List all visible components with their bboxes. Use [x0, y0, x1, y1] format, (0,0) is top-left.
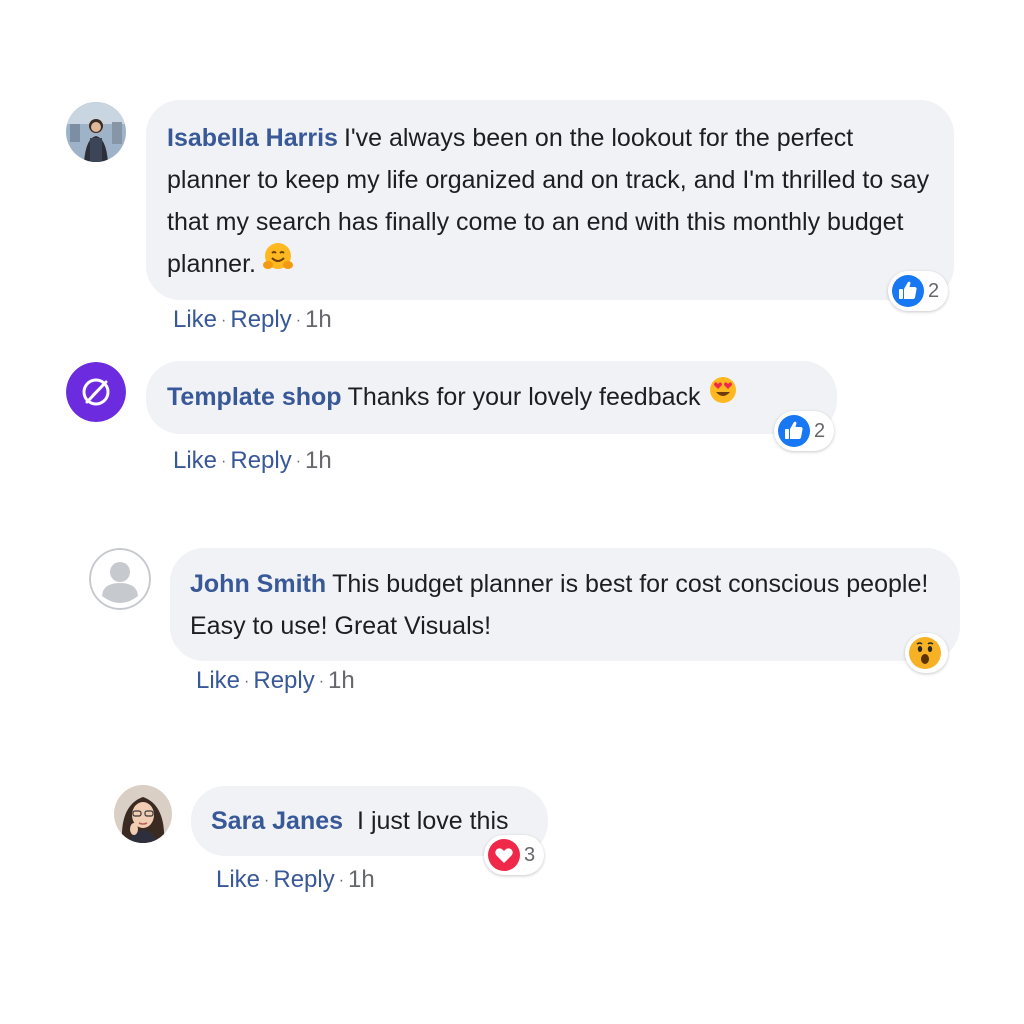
comment-time[interactable]: 1h — [348, 866, 375, 893]
comment-actions: Like · Reply · 1h — [196, 667, 355, 694]
comment-bubble: Template shop Thanks for your lovely feed… — [146, 361, 837, 434]
hugging-face-emoji-icon — [262, 241, 294, 286]
like-link[interactable]: Like — [173, 306, 217, 333]
comment-text: I just love this — [357, 807, 509, 835]
avatar[interactable] — [114, 785, 172, 843]
reaction-badge[interactable]: 2 — [888, 271, 949, 311]
reaction-badge[interactable] — [905, 633, 948, 673]
reaction-badge[interactable]: 2 — [774, 411, 835, 451]
comment-author[interactable]: John Smith — [190, 570, 326, 598]
like-reaction-icon — [892, 275, 924, 307]
comment-actions: Like · Reply · 1h — [173, 306, 332, 333]
wow-reaction-icon — [909, 637, 941, 669]
reaction-count: 2 — [928, 279, 940, 302]
comment-actions: Like · Reply · 1h — [216, 866, 375, 893]
like-reaction-icon — [778, 415, 810, 447]
avatar[interactable] — [66, 102, 126, 162]
reaction-badge[interactable]: 3 — [484, 835, 545, 875]
reply-link[interactable]: Reply — [253, 667, 314, 694]
comment-text: Thanks for your lovely feedback — [347, 383, 701, 411]
reply-link[interactable]: Reply — [230, 306, 291, 333]
comment-author[interactable]: Sara Janes — [211, 807, 343, 835]
reaction-count: 2 — [814, 419, 826, 442]
comment-time[interactable]: 1h — [305, 447, 332, 474]
comment-time[interactable]: 1h — [305, 306, 332, 333]
like-link[interactable]: Like — [173, 447, 217, 474]
reply-link[interactable]: Reply — [230, 447, 291, 474]
heart-eyes-emoji-icon — [707, 374, 739, 419]
love-reaction-icon — [488, 839, 520, 871]
reaction-count: 3 — [524, 843, 536, 866]
comment-author[interactable]: Template shop — [167, 383, 342, 411]
comment-bubble: Isabella Harris I've always been on the l… — [146, 100, 954, 300]
like-link[interactable]: Like — [216, 866, 260, 893]
comment-author[interactable]: Isabella Harris — [167, 124, 338, 152]
like-link[interactable]: Like — [196, 667, 240, 694]
comment-time[interactable]: 1h — [328, 667, 355, 694]
comment-bubble: John Smith This budget planner is best fo… — [170, 548, 960, 661]
avatar[interactable] — [89, 548, 151, 610]
reply-link[interactable]: Reply — [273, 866, 334, 893]
comment-actions: Like · Reply · 1h — [173, 447, 332, 474]
avatar[interactable] — [66, 362, 126, 422]
